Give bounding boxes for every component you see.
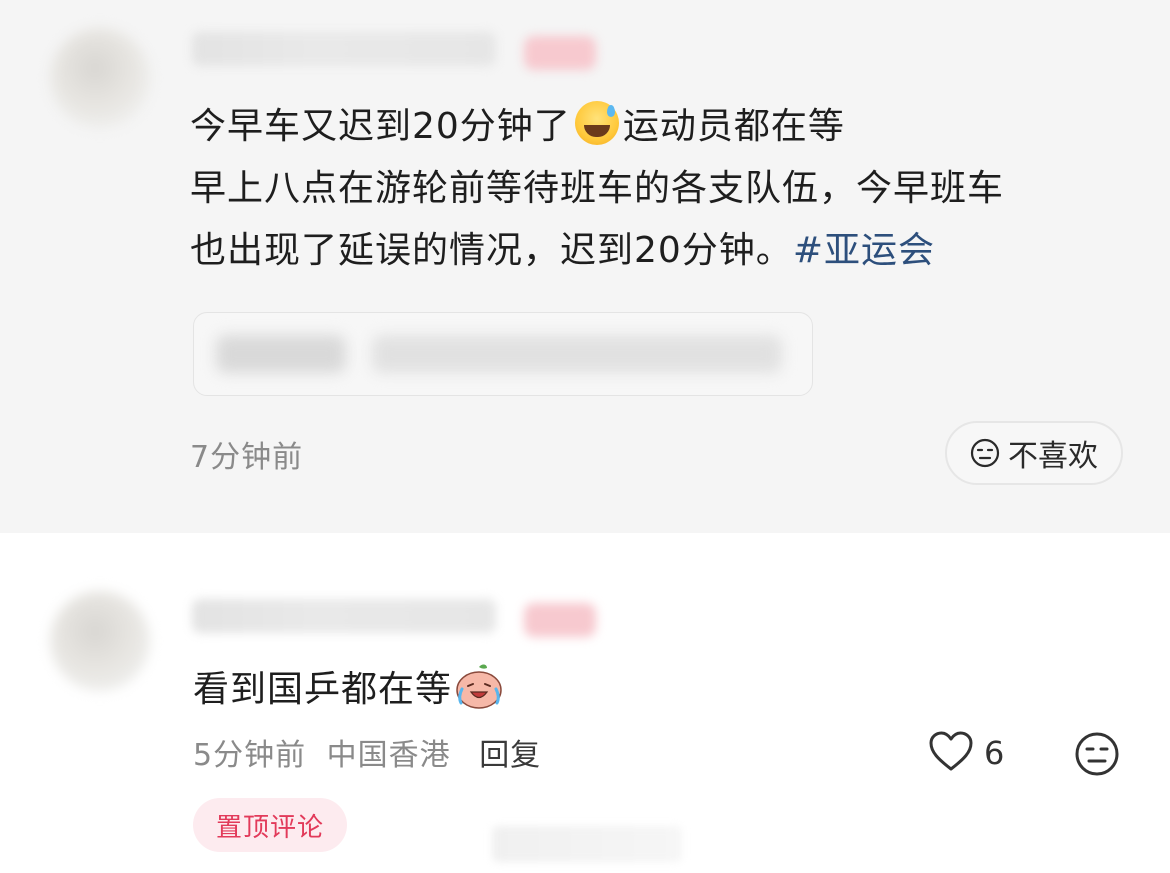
pinned-comment-badge: 置顶评论 bbox=[193, 798, 347, 852]
commenter-name-blurred[interactable] bbox=[192, 599, 496, 633]
commenter-tag-blurred bbox=[524, 603, 596, 637]
neutral-face-icon bbox=[970, 438, 1000, 468]
hashtag-link[interactable]: #亚运会 bbox=[793, 230, 935, 271]
comment-body: 看到国乒都在等 bbox=[193, 660, 504, 712]
author-tag-blurred bbox=[524, 36, 596, 70]
comment-item bbox=[0, 533, 1170, 873]
comment-dislike-button[interactable] bbox=[1074, 731, 1120, 781]
heart-outline-icon bbox=[928, 730, 974, 776]
comment-location: 中国香港 bbox=[326, 738, 451, 773]
author-name-blurred[interactable] bbox=[192, 32, 496, 66]
dislike-button[interactable]: 不喜欢 bbox=[945, 421, 1123, 485]
commenter-avatar[interactable] bbox=[50, 591, 150, 691]
post-body: 今早车又迟到20分钟了 运动员都在等 早上八点在游轮前等待班车的各支队伍，今早班车… bbox=[190, 96, 1130, 282]
post-timestamp: 7分钟前 bbox=[190, 440, 304, 475]
crying-laughing-peach-emoji-icon bbox=[454, 663, 504, 709]
audio-chip-source-blurred bbox=[372, 335, 782, 373]
reply-button[interactable]: 回复 bbox=[479, 738, 541, 773]
post-line-3-text: 也出现了延误的情况，迟到20分钟。 bbox=[190, 230, 793, 271]
post-card: 今早车又迟到20分钟了 运动员都在等 早上八点在游轮前等待班车的各支队伍，今早班车… bbox=[0, 0, 1170, 533]
like-count: 6 bbox=[984, 734, 1005, 772]
post-line-1: 今早车又迟到20分钟了 运动员都在等 bbox=[190, 96, 1130, 158]
audio-source-chip[interactable] bbox=[193, 312, 813, 396]
dislike-label: 不喜欢 bbox=[1008, 439, 1098, 474]
comment-text: 看到国乒都在等 bbox=[193, 669, 453, 710]
audio-chip-label-blurred bbox=[216, 335, 346, 373]
grinning-sweat-emoji-icon bbox=[574, 101, 619, 145]
post-line-1-text-b: 运动员都在等 bbox=[622, 106, 845, 147]
post-line-1-text-a: 今早车又迟到20分钟了 bbox=[190, 106, 571, 147]
like-button[interactable]: 6 bbox=[928, 728, 1004, 778]
post-line-3: 也出现了延误的情况，迟到20分钟。#亚运会 bbox=[190, 220, 1130, 282]
blurred-overlay bbox=[492, 826, 682, 862]
neutral-face-icon bbox=[1074, 732, 1120, 781]
author-avatar[interactable] bbox=[50, 28, 150, 128]
comment-meta: 5分钟前 中国香港 回复 bbox=[193, 730, 541, 774]
post-line-2: 早上八点在游轮前等待班车的各支队伍，今早班车 bbox=[190, 168, 1005, 209]
comment-timestamp: 5分钟前 bbox=[193, 738, 307, 773]
